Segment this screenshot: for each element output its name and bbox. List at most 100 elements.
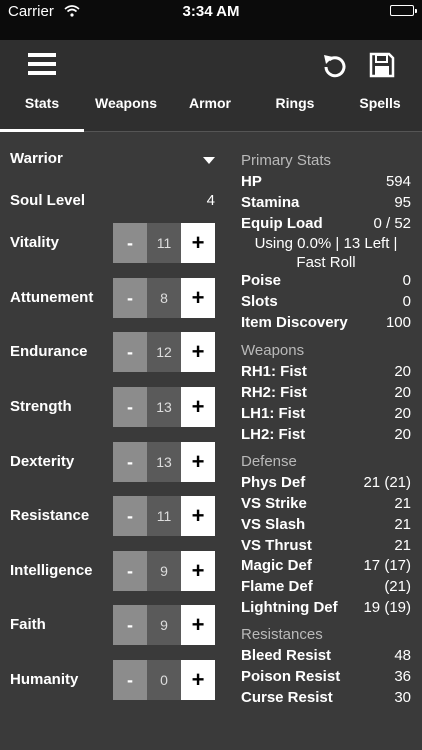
decrement-button[interactable]: - (113, 278, 147, 318)
weapon-value: 20 (394, 363, 411, 380)
stat-value: 8 (147, 278, 181, 318)
stat-line-label: Slots (241, 293, 278, 310)
tab-stats-label: Stats (24, 95, 60, 111)
stat-label: Endurance (10, 343, 88, 360)
weapon-value: 20 (394, 384, 411, 401)
endurance-stepper[interactable]: - 12 + (113, 332, 215, 372)
save-icon[interactable] (369, 52, 395, 83)
stat-line-equip-load: Equip Load 0 / 52 (241, 215, 411, 235)
weapon-line: RH1: Fist 20 (241, 363, 411, 383)
defense-value: 21 (394, 495, 411, 512)
resist-label: Poison Resist (241, 668, 341, 685)
vitality-stepper[interactable]: - 11 + (113, 223, 215, 263)
stat-row-dexterity: Dexterity - 13 + (10, 442, 215, 482)
defense-value: (21) (384, 578, 411, 595)
stat-line-label: Stamina (241, 194, 300, 211)
stat-value: 9 (147, 605, 181, 645)
decrement-button[interactable]: - (113, 223, 147, 263)
tab-bar: Stats Weapons Armor Rings Spells (0, 40, 422, 132)
stat-label: Attunement (10, 289, 94, 306)
stat-line-value: 95 (394, 194, 411, 211)
stat-row-strength: Strength - 13 + (10, 387, 215, 427)
defense-label: VS Thrust (241, 537, 312, 554)
decrement-button[interactable]: - (113, 387, 147, 427)
tab-armor[interactable]: Armor (168, 40, 252, 132)
stat-line-slots: Slots 0 (241, 293, 411, 313)
intelligence-stepper[interactable]: - 9 + (113, 551, 215, 591)
stat-value: 0 (147, 660, 181, 700)
stat-row-vitality: Vitality - 11 + (10, 223, 215, 263)
defense-label: Lightning Def (241, 599, 338, 616)
decrement-button[interactable]: - (113, 660, 147, 700)
increment-button[interactable]: + (181, 605, 215, 645)
increment-button[interactable]: + (181, 278, 215, 318)
tab-spells-label: Spells (359, 95, 401, 111)
defense-line: Phys Def 21 (21) (241, 474, 411, 494)
class-dropdown[interactable]: Warrior (10, 150, 215, 174)
increment-button[interactable]: + (181, 442, 215, 482)
resist-value: 48 (394, 647, 411, 664)
tab-armor-label: Armor (188, 95, 231, 111)
increment-button[interactable]: + (181, 551, 215, 591)
stat-row-intelligence: Intelligence - 9 + (10, 551, 215, 591)
stat-line-value: 594 (385, 173, 411, 190)
battery-icon (390, 5, 417, 16)
weapon-value: 20 (394, 405, 411, 422)
status-time: 3:34 AM (182, 3, 240, 20)
stat-line-value: 100 (385, 314, 411, 331)
tab-weapons[interactable]: Weapons (84, 40, 168, 132)
stat-row-attunement: Attunement - 8 + (10, 278, 215, 318)
section-title-weapons: Weapons (241, 342, 305, 359)
increment-button[interactable]: + (181, 660, 215, 700)
resist-label: Bleed Resist (241, 647, 332, 664)
decrement-button[interactable]: - (113, 605, 147, 645)
defense-line: Lightning Def 19 (19) (241, 599, 411, 619)
stat-line-label: HP (241, 173, 262, 190)
tab-spells[interactable]: Spells (338, 40, 422, 132)
decrement-button[interactable]: - (113, 442, 147, 482)
stat-value: 11 (147, 223, 181, 263)
decrement-button[interactable]: - (113, 332, 147, 372)
weapon-line: LH2: Fist 20 (241, 426, 411, 446)
decrement-button[interactable]: - (113, 496, 147, 536)
stat-label: Humanity (10, 671, 79, 688)
stat-line-hp: HP 594 (241, 173, 411, 193)
chevron-down-icon[interactable] (203, 157, 215, 164)
defense-line: VS Thrust 21 (241, 537, 411, 557)
weapon-label: RH2: Fist (241, 384, 307, 401)
weapon-value: 20 (394, 426, 411, 443)
stat-label: Dexterity (10, 453, 75, 470)
soul-level-row: Soul Level 4 (10, 192, 215, 209)
defense-value: 21 (394, 537, 411, 554)
soul-level-value: 4 (206, 192, 215, 209)
resistance-stepper[interactable]: - 11 + (113, 496, 215, 536)
increment-button[interactable]: + (181, 387, 215, 427)
defense-label: VS Slash (241, 516, 306, 533)
tab-rings-label: Rings (275, 95, 315, 111)
increment-button[interactable]: + (181, 496, 215, 536)
stat-row-faith: Faith - 9 + (10, 605, 215, 645)
active-tab-indicator (0, 129, 84, 132)
stat-value: 13 (147, 387, 181, 427)
stat-label: Vitality (10, 234, 59, 251)
tab-rings[interactable]: Rings (253, 40, 346, 132)
stat-line-label: Poise (241, 272, 282, 289)
defense-line: Flame Def (21) (241, 578, 411, 598)
weapon-line: LH1: Fist 20 (241, 405, 411, 425)
faith-stepper[interactable]: - 9 + (113, 605, 215, 645)
menu-icon[interactable] (28, 52, 56, 81)
tab-stats[interactable]: Stats (0, 40, 84, 132)
strength-stepper[interactable]: - 13 + (113, 387, 215, 427)
decrement-button[interactable]: - (113, 551, 147, 591)
increment-button[interactable]: + (181, 223, 215, 263)
dexterity-stepper[interactable]: - 13 + (113, 442, 215, 482)
attunement-stepper[interactable]: - 8 + (113, 278, 215, 318)
weapon-label: LH1: Fist (241, 405, 306, 422)
increment-button[interactable]: + (181, 332, 215, 372)
humanity-stepper[interactable]: - 0 + (113, 660, 215, 700)
resist-value: 36 (394, 668, 411, 685)
defense-label: Flame Def (241, 578, 313, 595)
stat-label: Resistance (10, 507, 90, 524)
resist-line: Poison Resist 36 (241, 668, 411, 688)
stat-label: Strength (10, 398, 72, 415)
